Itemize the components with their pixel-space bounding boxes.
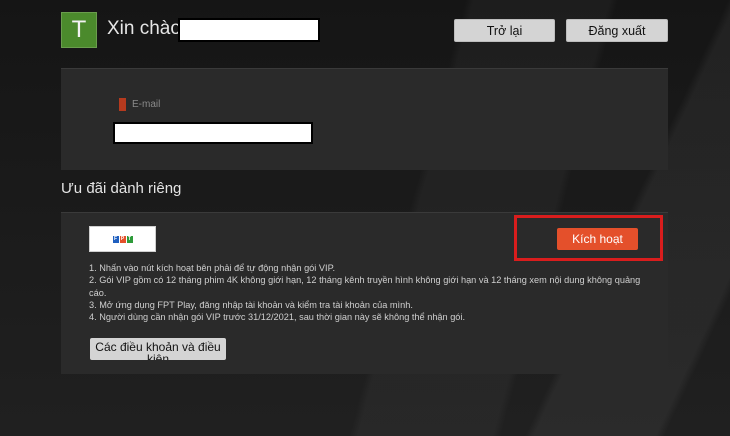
email-marker-icon xyxy=(119,98,126,111)
username-redaction xyxy=(178,18,320,42)
terms-button[interactable]: Các điều khoản và điều kiện xyxy=(90,338,226,360)
terms-item: 4. Người dùng cần nhận gói VIP trước 31/… xyxy=(89,312,466,323)
fpt-logo-mark: FPT xyxy=(112,235,133,243)
terms-list: 1. Nhấn vào nút kích hoạt bên phải để tự… xyxy=(89,262,649,323)
terms-item: 1. Nhấn vào nút kích hoạt bên phải để tự… xyxy=(89,263,336,273)
fpt-logo: FPT xyxy=(89,226,156,252)
terms-item: 2. Gói VIP gồm có 12 tháng phim 4K không… xyxy=(89,275,641,298)
terms-item: 3. Mở ứng dụng FPT Play, đăng nhập tài k… xyxy=(89,299,413,310)
fpt-logo-letter: T xyxy=(126,235,133,243)
email-label: E-mail xyxy=(132,99,161,110)
activate-button[interactable]: Kích hoạt xyxy=(557,228,638,250)
offer-panel: FPT Kích hoạt 1. Nhấn vào nút kích hoạt … xyxy=(61,212,668,374)
section-title: Ưu đãi dành riêng xyxy=(61,180,182,197)
back-button[interactable]: Trở lại xyxy=(454,19,555,42)
email-value-redaction xyxy=(113,122,313,144)
avatar: T xyxy=(61,12,97,48)
logout-button[interactable]: Đăng xuất xyxy=(566,19,668,42)
greeting-text: Xin chào, xyxy=(107,18,187,39)
fpt-logo-letter: P xyxy=(119,235,126,243)
fpt-logo-letter: F xyxy=(112,235,119,243)
email-label-row: E-mail xyxy=(119,98,160,111)
account-panel: E-mail xyxy=(61,68,668,170)
